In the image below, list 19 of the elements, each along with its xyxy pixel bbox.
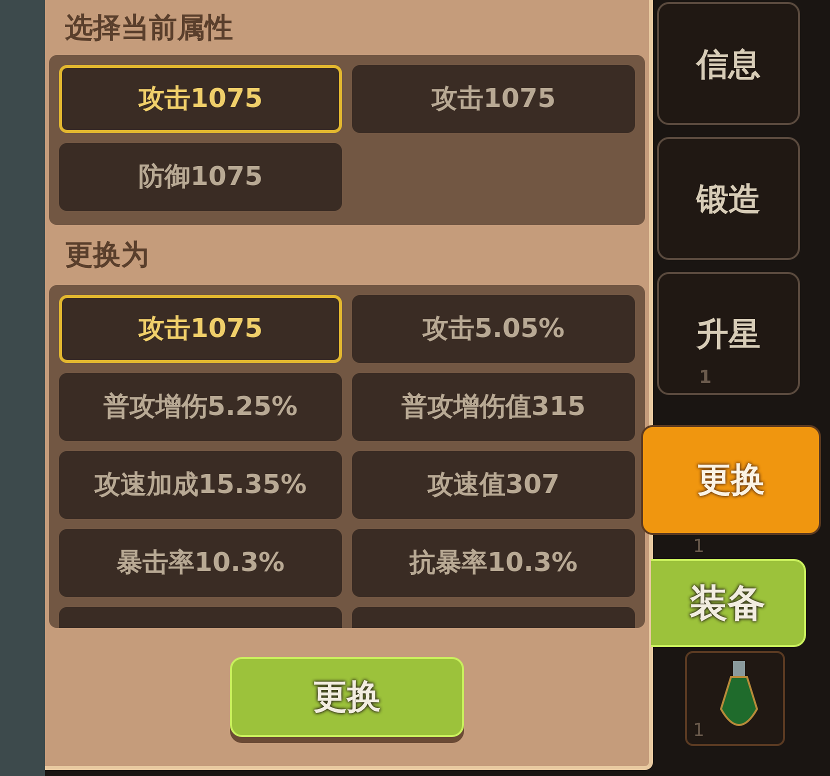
section-title: 选择当前属性	[64, 10, 234, 46]
attribute-option[interactable]: 攻速加成15.35%	[59, 451, 342, 519]
attribute-option[interactable]: 暴击率10.3%	[59, 529, 342, 597]
attribute-option[interactable]: 攻击1075	[59, 295, 342, 363]
attribute-option[interactable]: 攻击1075	[352, 65, 635, 133]
attribute-option[interactable]: 防御1075	[59, 143, 342, 211]
attribute-option[interactable]: 攻速值307	[352, 451, 635, 519]
attribute-option[interactable]: 普攻增伤值315	[352, 373, 635, 441]
attribute-option[interactable]: 抗暴率10.3%	[352, 529, 635, 597]
item-count: 1	[699, 366, 712, 390]
side-tab[interactable]: 锻造	[657, 137, 800, 260]
item-count: 1	[693, 535, 704, 559]
item-count: 1	[693, 719, 704, 743]
attribute-option[interactable]: 攻击1075	[59, 65, 342, 133]
side-tab[interactable]: 信息	[657, 2, 800, 125]
attribute-option[interactable]: 普攻增伤5.25%	[59, 373, 342, 441]
attribute-option[interactable]: 攻击5.05%	[352, 295, 635, 363]
section-title: 更换为	[64, 237, 150, 273]
side-tab[interactable]: 升星 1	[657, 272, 800, 395]
